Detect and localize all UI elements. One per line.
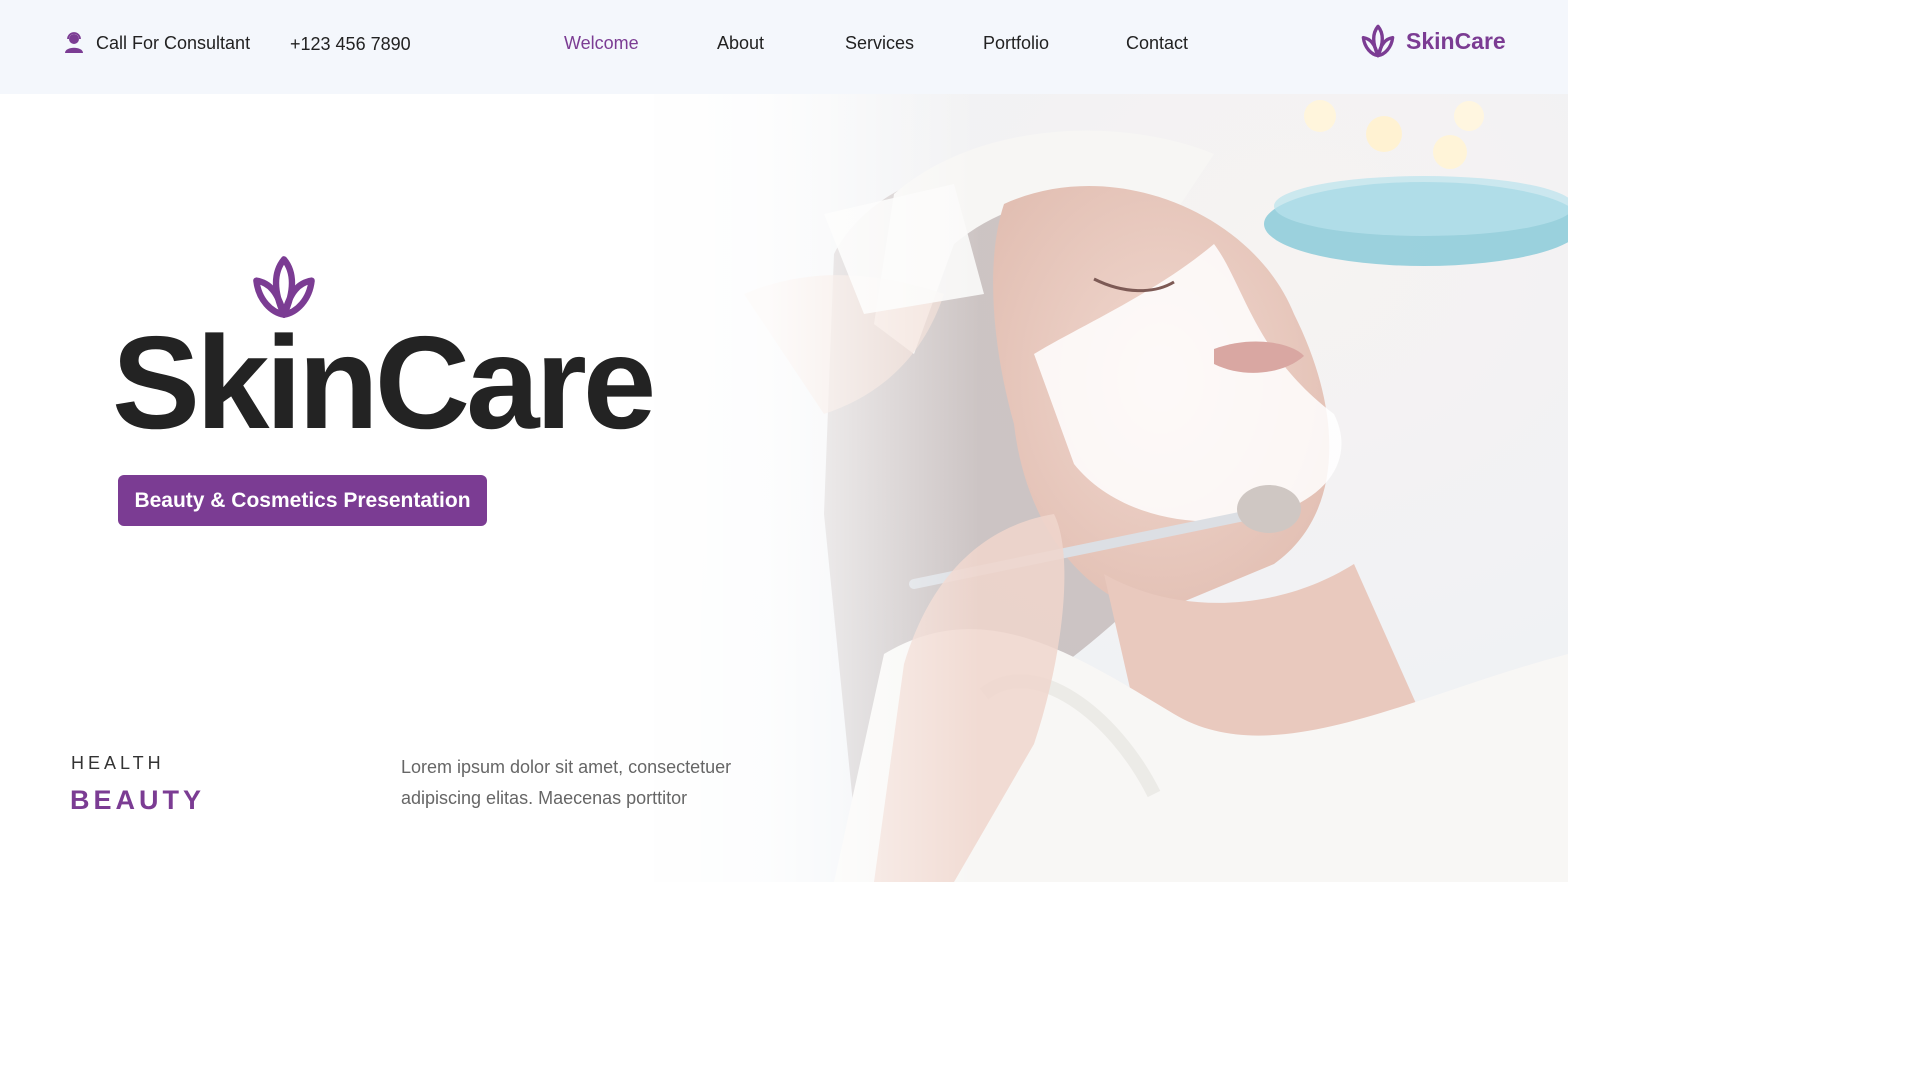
user-headset-icon bbox=[65, 32, 83, 53]
eyebrow-text: HEALTH bbox=[71, 753, 165, 773]
nav-services[interactable]: Services bbox=[845, 33, 914, 54]
nav-contact[interactable]: Contact bbox=[1126, 33, 1188, 54]
section-heading: BEAUTY bbox=[70, 785, 206, 815]
description-text: Lorem ipsum dolor sit amet, consectetuer… bbox=[401, 757, 732, 808]
consult-link[interactable]: Call For Consultant bbox=[64, 32, 250, 54]
brand-name: SkinCare bbox=[1406, 27, 1506, 54]
nav-welcome[interactable]: Welcome bbox=[564, 33, 639, 54]
nav-about[interactable]: About bbox=[717, 33, 764, 54]
hero-title: SkinCare bbox=[112, 309, 656, 456]
presentation-badge[interactable]: Beauty & Cosmetics Presentation bbox=[118, 475, 487, 526]
lotus-icon bbox=[1361, 24, 1395, 58]
phone-number[interactable]: +123 456 7890 bbox=[290, 34, 411, 55]
brand-logo[interactable]: SkinCare bbox=[1360, 23, 1506, 59]
consult-label: Call For Consultant bbox=[96, 32, 251, 53]
top-bar: Call For Consultant +123 456 7890 Welcom… bbox=[0, 0, 1568, 94]
nav-portfolio[interactable]: Portfolio bbox=[983, 33, 1049, 54]
